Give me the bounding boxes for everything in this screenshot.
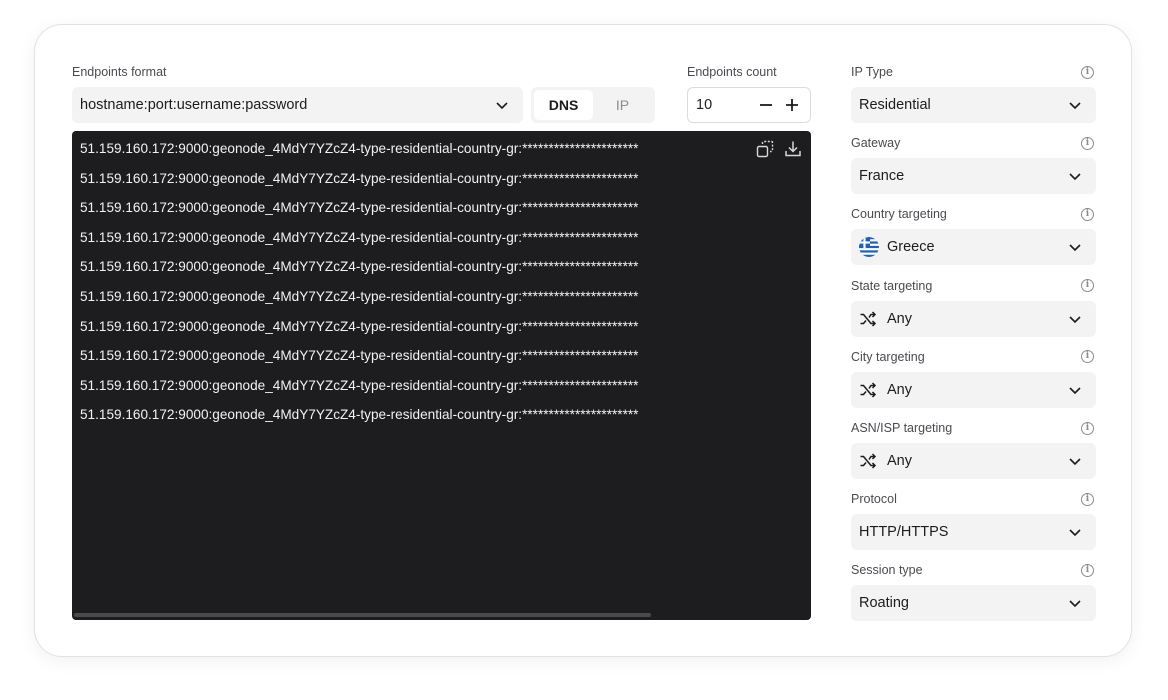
- minus-icon: [760, 104, 772, 106]
- session-select[interactable]: Roating: [851, 585, 1096, 622]
- endpoint-line: 51.159.160.172:9000:geonode_4MdY7YZcZ4-t…: [80, 229, 639, 245]
- shuffle-icon: [860, 311, 877, 327]
- endpoint-line: 51.159.160.172:9000:geonode_4MdY7YZcZ4-t…: [80, 170, 639, 186]
- city-label: City targeting: [851, 349, 925, 364]
- info-icon[interactable]: i: [1081, 65, 1094, 79]
- decrement-button[interactable]: [756, 95, 776, 115]
- endpoint-line: 51.159.160.172:9000:geonode_4MdY7YZcZ4-t…: [80, 407, 639, 423]
- terminal-toolbar: [755, 139, 803, 159]
- chevron-down-icon: [1069, 316, 1081, 323]
- gateway-value: France: [859, 168, 905, 185]
- protocol-value: HTTP/HTTPS: [859, 524, 949, 541]
- endpoints-output: 51.159.160.172:9000:geonode_4MdY7YZcZ4-t…: [72, 131, 811, 620]
- chevron-down-icon: [496, 102, 508, 110]
- chevron-down-icon: [1069, 387, 1081, 394]
- session-label: Session type: [851, 563, 923, 578]
- asn-select[interactable]: Any: [851, 443, 1096, 479]
- shuffle-icon: [860, 382, 877, 398]
- info-icon[interactable]: i: [1081, 492, 1094, 506]
- endpoints-format-value: hostname:port:username:password: [80, 97, 308, 113]
- dns-ip-toggle: DNS IP: [531, 87, 655, 123]
- endpoint-line: 51.159.160.172:9000:geonode_4MdY7YZcZ4-t…: [80, 288, 639, 304]
- endpoint-line: 51.159.160.172:9000:geonode_4MdY7YZcZ4-t…: [80, 141, 639, 156]
- copy-button[interactable]: [755, 139, 775, 159]
- endpoints-format-select[interactable]: hostname:port:username:password: [72, 87, 523, 123]
- horizontal-scrollbar[interactable]: [74, 613, 651, 617]
- info-icon[interactable]: i: [1081, 136, 1094, 150]
- protocol-select[interactable]: HTTP/HTTPS: [851, 514, 1096, 551]
- gateway-select[interactable]: France: [851, 158, 1096, 195]
- info-icon[interactable]: i: [1081, 279, 1094, 293]
- endpoints-format-label: Endpoints format: [72, 65, 167, 79]
- plus-icon: [786, 99, 798, 111]
- endpoints-count-value[interactable]: 10: [696, 97, 750, 113]
- chevron-down-icon: [1069, 529, 1081, 537]
- endpoint-line: 51.159.160.172:9000:geonode_4MdY7YZcZ4-t…: [80, 318, 639, 334]
- asn-label: ASN/ISP targeting: [851, 421, 953, 435]
- state-value: Any: [887, 310, 912, 327]
- session-value: Roating: [859, 595, 909, 612]
- country-value: Greece: [887, 239, 935, 256]
- ip-type-value: Residential: [859, 97, 931, 113]
- copy-icon: [756, 140, 774, 158]
- endpoint-line: 51.159.160.172:9000:geonode_4MdY7YZcZ4-t…: [80, 259, 639, 275]
- chevron-down-icon: [1069, 102, 1081, 110]
- download-icon: [785, 141, 801, 157]
- toggle-ip[interactable]: IP: [593, 90, 652, 120]
- endpoint-line: 51.159.160.172:9000:geonode_4MdY7YZcZ4-t…: [80, 348, 639, 364]
- info-icon[interactable]: i: [1081, 421, 1094, 435]
- endpoints-count-stepper: 10: [687, 87, 811, 123]
- country-label: Country targeting: [851, 207, 947, 222]
- shuffle-icon: [860, 453, 877, 469]
- ip-type-select[interactable]: Residential: [851, 87, 1096, 123]
- greece-flag-icon: [859, 237, 879, 258]
- toggle-dns[interactable]: DNS: [534, 90, 593, 120]
- chevron-down-icon: [1069, 458, 1081, 466]
- info-icon[interactable]: i: [1081, 207, 1094, 221]
- state-label: State targeting: [851, 278, 933, 293]
- endpoints-list: 51.159.160.172:9000:geonode_4MdY7YZcZ4-t…: [80, 141, 638, 437]
- download-button[interactable]: [783, 139, 803, 159]
- city-value: Any: [887, 381, 912, 398]
- protocol-label: Protocol: [851, 492, 897, 507]
- state-select[interactable]: Any: [851, 300, 1096, 337]
- asn-value: Any: [887, 453, 912, 469]
- endpoints-count-label: Endpoints count: [687, 65, 777, 79]
- country-select[interactable]: Greece: [851, 229, 1096, 266]
- city-select[interactable]: Any: [851, 371, 1096, 408]
- endpoint-line: 51.159.160.172:9000:geonode_4MdY7YZcZ4-t…: [80, 377, 639, 393]
- endpoint-line: 51.159.160.172:9000:geonode_4MdY7YZcZ4-t…: [80, 200, 639, 216]
- chevron-down-icon: [1069, 173, 1081, 181]
- gateway-label: Gateway: [851, 136, 901, 151]
- ip-type-label: IP Type: [851, 65, 893, 79]
- increment-button[interactable]: [782, 95, 802, 115]
- chevron-down-icon: [1069, 244, 1081, 252]
- chevron-down-icon: [1069, 600, 1081, 608]
- info-icon[interactable]: i: [1081, 563, 1094, 577]
